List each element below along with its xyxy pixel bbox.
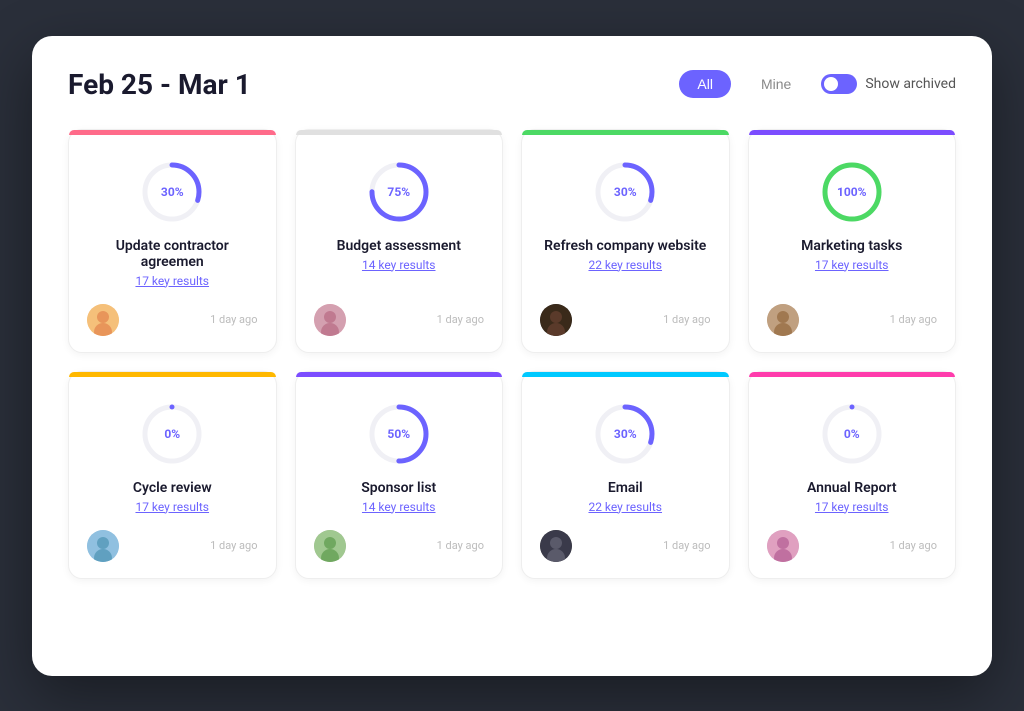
progress-circle: 30% [593, 160, 657, 224]
card-key-results[interactable]: 17 key results [767, 258, 938, 272]
card-time: 1 day ago [890, 539, 937, 552]
card-progress-area: 100% [767, 160, 938, 224]
progress-label: 50% [387, 427, 410, 441]
card-time: 1 day ago [890, 313, 937, 326]
card-footer: 1 day ago [87, 530, 258, 562]
card-top-bar [522, 372, 729, 377]
card-card-2[interactable]: 75% Budget assessment 14 key results 1 d… [295, 129, 504, 353]
progress-circle: 0% [820, 402, 884, 466]
card-title: Sponsor list [314, 480, 485, 496]
card-title: Update contractor agreemen [87, 238, 258, 270]
progress-label: 0% [164, 427, 180, 441]
card-key-results[interactable]: 17 key results [87, 500, 258, 514]
card-top-bar [69, 130, 276, 135]
progress-circle: 50% [367, 402, 431, 466]
avatar [87, 530, 119, 562]
card-top-bar [522, 130, 729, 135]
avatar [767, 304, 799, 336]
card-time: 1 day ago [663, 539, 710, 552]
avatar [314, 304, 346, 336]
card-key-results[interactable]: 14 key results [314, 500, 485, 514]
progress-label: 0% [844, 427, 860, 441]
card-progress-area: 75% [314, 160, 485, 224]
avatar [540, 530, 572, 562]
card-footer: 1 day ago [87, 304, 258, 336]
header-controls: All Mine Show archived [679, 70, 956, 98]
toggle-thumb [824, 77, 838, 91]
progress-label: 100% [837, 185, 867, 199]
card-key-results[interactable]: 22 key results [540, 500, 711, 514]
avatar [314, 530, 346, 562]
filter-all-button[interactable]: All [679, 70, 731, 98]
card-card-4[interactable]: 100% Marketing tasks 17 key results 1 da… [748, 129, 957, 353]
card-card-8[interactable]: 0% Annual Report 17 key results 1 day ag… [748, 371, 957, 579]
card-key-results[interactable]: 22 key results [540, 258, 711, 272]
progress-label: 30% [614, 427, 637, 441]
card-time: 1 day ago [437, 539, 484, 552]
card-top-bar [296, 372, 503, 377]
card-footer: 1 day ago [540, 530, 711, 562]
progress-circle: 30% [140, 160, 204, 224]
card-time: 1 day ago [210, 313, 257, 326]
cards-grid: 30% Update contractor agreemen 17 key re… [68, 129, 956, 579]
card-key-results[interactable]: 17 key results [767, 500, 938, 514]
card-progress-area: 30% [540, 402, 711, 466]
card-footer: 1 day ago [540, 304, 711, 336]
progress-circle: 75% [367, 160, 431, 224]
progress-label: 30% [614, 185, 637, 199]
card-progress-area: 50% [314, 402, 485, 466]
progress-label: 30% [161, 185, 184, 199]
progress-circle: 30% [593, 402, 657, 466]
card-title: Refresh company website [540, 238, 711, 254]
card-footer: 1 day ago [314, 530, 485, 562]
card-time: 1 day ago [437, 313, 484, 326]
main-container: Feb 25 - Mar 1 All Mine Show archived [32, 36, 992, 676]
card-top-bar [749, 372, 956, 377]
show-archived-label: Show archived [865, 76, 956, 92]
card-footer: 1 day ago [314, 304, 485, 336]
card-title: Email [540, 480, 711, 496]
filter-mine-button[interactable]: Mine [743, 70, 809, 98]
card-progress-area: 30% [540, 160, 711, 224]
card-title: Cycle review [87, 480, 258, 496]
card-top-bar [69, 372, 276, 377]
show-archived-toggle[interactable]: Show archived [821, 74, 956, 94]
avatar [767, 530, 799, 562]
card-time: 1 day ago [210, 539, 257, 552]
toggle-track [821, 74, 857, 94]
card-title: Annual Report [767, 480, 938, 496]
card-footer: 1 day ago [767, 530, 938, 562]
card-progress-area: 0% [87, 402, 258, 466]
card-card-1[interactable]: 30% Update contractor agreemen 17 key re… [68, 129, 277, 353]
avatar [540, 304, 572, 336]
card-key-results[interactable]: 17 key results [87, 274, 258, 288]
card-title: Marketing tasks [767, 238, 938, 254]
card-card-7[interactable]: 30% Email 22 key results 1 day ago [521, 371, 730, 579]
progress-circle: 0% [140, 402, 204, 466]
avatar [87, 304, 119, 336]
card-key-results[interactable]: 14 key results [314, 258, 485, 272]
date-range-title: Feb 25 - Mar 1 [68, 68, 251, 101]
card-progress-area: 30% [87, 160, 258, 224]
card-top-bar [296, 130, 503, 135]
card-progress-area: 0% [767, 402, 938, 466]
card-footer: 1 day ago [767, 304, 938, 336]
card-top-bar [749, 130, 956, 135]
card-time: 1 day ago [663, 313, 710, 326]
card-title: Budget assessment [314, 238, 485, 254]
progress-label: 75% [387, 185, 410, 199]
card-card-6[interactable]: 50% Sponsor list 14 key results 1 day ag… [295, 371, 504, 579]
card-card-5[interactable]: 0% Cycle review 17 key results 1 day ago [68, 371, 277, 579]
card-card-3[interactable]: 30% Refresh company website 22 key resul… [521, 129, 730, 353]
progress-circle: 100% [820, 160, 884, 224]
page-header: Feb 25 - Mar 1 All Mine Show archived [68, 68, 956, 101]
